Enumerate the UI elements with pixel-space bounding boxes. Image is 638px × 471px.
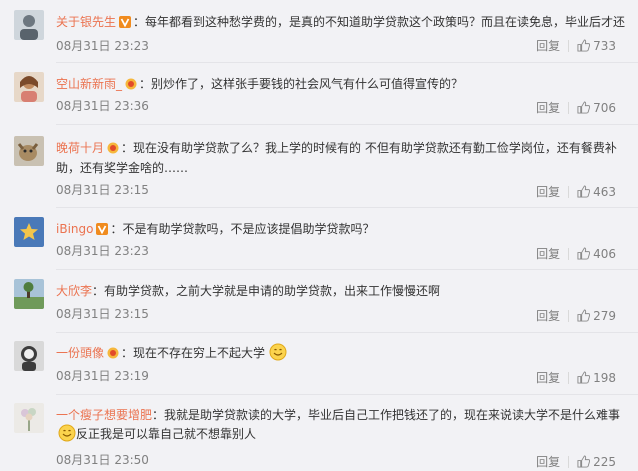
comment-text-line: 一个瘦子想要增肥：我就是助学贷款读的大学，毕业后自己工作把钱还了的，现在来说读大… <box>56 405 630 425</box>
avatar[interactable] <box>14 136 44 166</box>
comment-actions: 回复 463 <box>536 183 616 200</box>
username-link[interactable]: 大欣李 <box>56 284 92 298</box>
colon: ： <box>121 141 134 155</box>
reply-button[interactable]: 回复 <box>536 99 560 116</box>
comment-time: 08月31日 23:19 <box>56 369 149 383</box>
like-count: 706 <box>593 100 616 115</box>
colon: ： <box>152 408 165 422</box>
colon: ： <box>121 346 134 360</box>
avatar[interactable] <box>14 72 44 102</box>
thumbs-up-icon[interactable] <box>577 309 591 322</box>
username-link[interactable]: 一个瘦子想要增肥 <box>56 408 152 422</box>
thumbs-up-icon[interactable] <box>577 39 591 52</box>
comment-text: 每年都看到这种愁学费的，是真的不知道助学贷款这个政策吗？而且在读免息，毕业后才还 <box>145 15 626 29</box>
divider <box>56 62 638 63</box>
like-count: 406 <box>593 246 616 261</box>
comment-text-line: 晚荷十月 ：现在没有助学贷款了么？我上学的时候有的 不但有助学贷款还有勤工俭学岗位… <box>56 138 630 178</box>
colon: ： <box>133 15 146 29</box>
divider <box>568 247 570 260</box>
comment-actions: 回复 225 <box>536 453 616 470</box>
divider <box>56 124 638 125</box>
gold-badge-icon <box>107 142 119 154</box>
comment-actions: 回复 706 <box>536 99 616 116</box>
divider <box>568 455 570 468</box>
colon: ： <box>110 222 123 236</box>
comment-text: 我就是助学贷款读的大学，毕业后自己工作把钱还了的，现在来说读大学不是什么难事 <box>164 408 621 422</box>
comment-text: 现在没有助学贷款了么？我上学的时候有的 不但有助学贷款还有勤工俭学岗位，还有餐费… <box>56 141 617 175</box>
smile-emoji-icon <box>269 343 287 361</box>
thumbs-up-icon[interactable] <box>577 247 591 260</box>
comment-time: 08月31日 23:23 <box>56 244 149 258</box>
username-link[interactable]: 关于银先生 <box>56 15 116 29</box>
comment-text-line: 反正我是可以靠自己就不想靠别人 <box>58 424 630 444</box>
like-count: 279 <box>593 308 616 323</box>
comment-actions: 回复 279 <box>536 307 616 324</box>
comment-text: 反正我是可以靠自己就不想靠别人 <box>76 427 257 441</box>
colon: ： <box>139 77 152 91</box>
reply-button[interactable]: 回复 <box>536 183 560 200</box>
comment-list: 关于银先生 ：每年都看到这种愁学费的，是真的不知道助学贷款这个政策吗？而且在读免息… <box>0 0 638 471</box>
gold-badge-icon <box>125 78 137 90</box>
comment-time: 08月31日 23:23 <box>56 39 149 53</box>
comment-text-line: 一份頭像 ：现在不存在穷上不起大学 <box>56 343 630 363</box>
like-count: 198 <box>593 370 616 385</box>
username-link[interactable]: 晚荷十月 <box>56 141 104 155</box>
divider <box>56 269 638 270</box>
reply-button[interactable]: 回复 <box>536 453 560 470</box>
comment-time: 08月31日 23:15 <box>56 183 149 197</box>
username-link[interactable]: iBingo <box>56 222 93 236</box>
comment-text: 别炒作了，这样张手要钱的社会风气有什么可值得宣传的？ <box>151 77 464 91</box>
divider <box>56 332 638 333</box>
vip-badge-icon <box>119 16 132 28</box>
username-link[interactable]: 空山新新雨_ <box>56 77 122 91</box>
divider <box>568 101 570 114</box>
comment-time: 08月31日 23:36 <box>56 99 149 113</box>
thumbs-up-icon[interactable] <box>577 101 591 114</box>
smile-emoji-icon <box>58 424 76 442</box>
reply-button[interactable]: 回复 <box>536 37 560 54</box>
colon: ： <box>92 284 105 298</box>
comment-actions: 回复 406 <box>536 245 616 262</box>
thumbs-up-icon[interactable] <box>577 455 591 468</box>
avatar[interactable] <box>14 341 44 371</box>
avatar[interactable] <box>14 279 44 309</box>
divider <box>568 39 570 52</box>
divider <box>568 185 570 198</box>
divider <box>568 309 570 322</box>
like-count: 463 <box>593 184 616 199</box>
avatar[interactable] <box>14 403 44 433</box>
thumbs-up-icon[interactable] <box>577 371 591 384</box>
comment-actions: 回复 733 <box>536 37 616 54</box>
comment-text: 现在不存在穷上不起大学 <box>133 346 266 360</box>
divider <box>568 371 570 384</box>
avatar[interactable] <box>14 217 44 247</box>
comment-text-line: 空山新新雨_ ：别炒作了，这样张手要钱的社会风气有什么可值得宣传的？ <box>56 74 630 94</box>
divider <box>56 394 638 395</box>
vip-badge-icon <box>96 223 109 235</box>
reply-button[interactable]: 回复 <box>536 245 560 262</box>
comment-actions: 回复 198 <box>536 369 616 386</box>
comment-time: 08月31日 23:15 <box>56 307 149 321</box>
comment-text-line: 关于银先生 ：每年都看到这种愁学费的，是真的不知道助学贷款这个政策吗？而且在读免息… <box>56 12 630 32</box>
reply-button[interactable]: 回复 <box>536 369 560 386</box>
gold-badge-icon <box>107 347 119 359</box>
comment-time: 08月31日 23:50 <box>56 453 149 467</box>
reply-button[interactable]: 回复 <box>536 307 560 324</box>
comment-text-line: 大欣李：有助学贷款，之前大学就是申请的助学贷款，出来工作慢慢还啊 <box>56 281 630 301</box>
comment-text-line: iBingo ：不是有助学贷款吗，不是应该提倡助学贷款吗？ <box>56 219 630 239</box>
like-count: 225 <box>593 454 616 469</box>
avatar[interactable] <box>14 10 44 40</box>
username-link[interactable]: 一份頭像 <box>56 346 104 360</box>
divider <box>56 207 638 208</box>
thumbs-up-icon[interactable] <box>577 185 591 198</box>
like-count: 733 <box>593 38 616 53</box>
comment-text: 不是有助学贷款吗，不是应该提倡助学贷款吗？ <box>122 222 375 236</box>
comment-text: 有助学贷款，之前大学就是申请的助学贷款，出来工作慢慢还啊 <box>104 284 441 298</box>
